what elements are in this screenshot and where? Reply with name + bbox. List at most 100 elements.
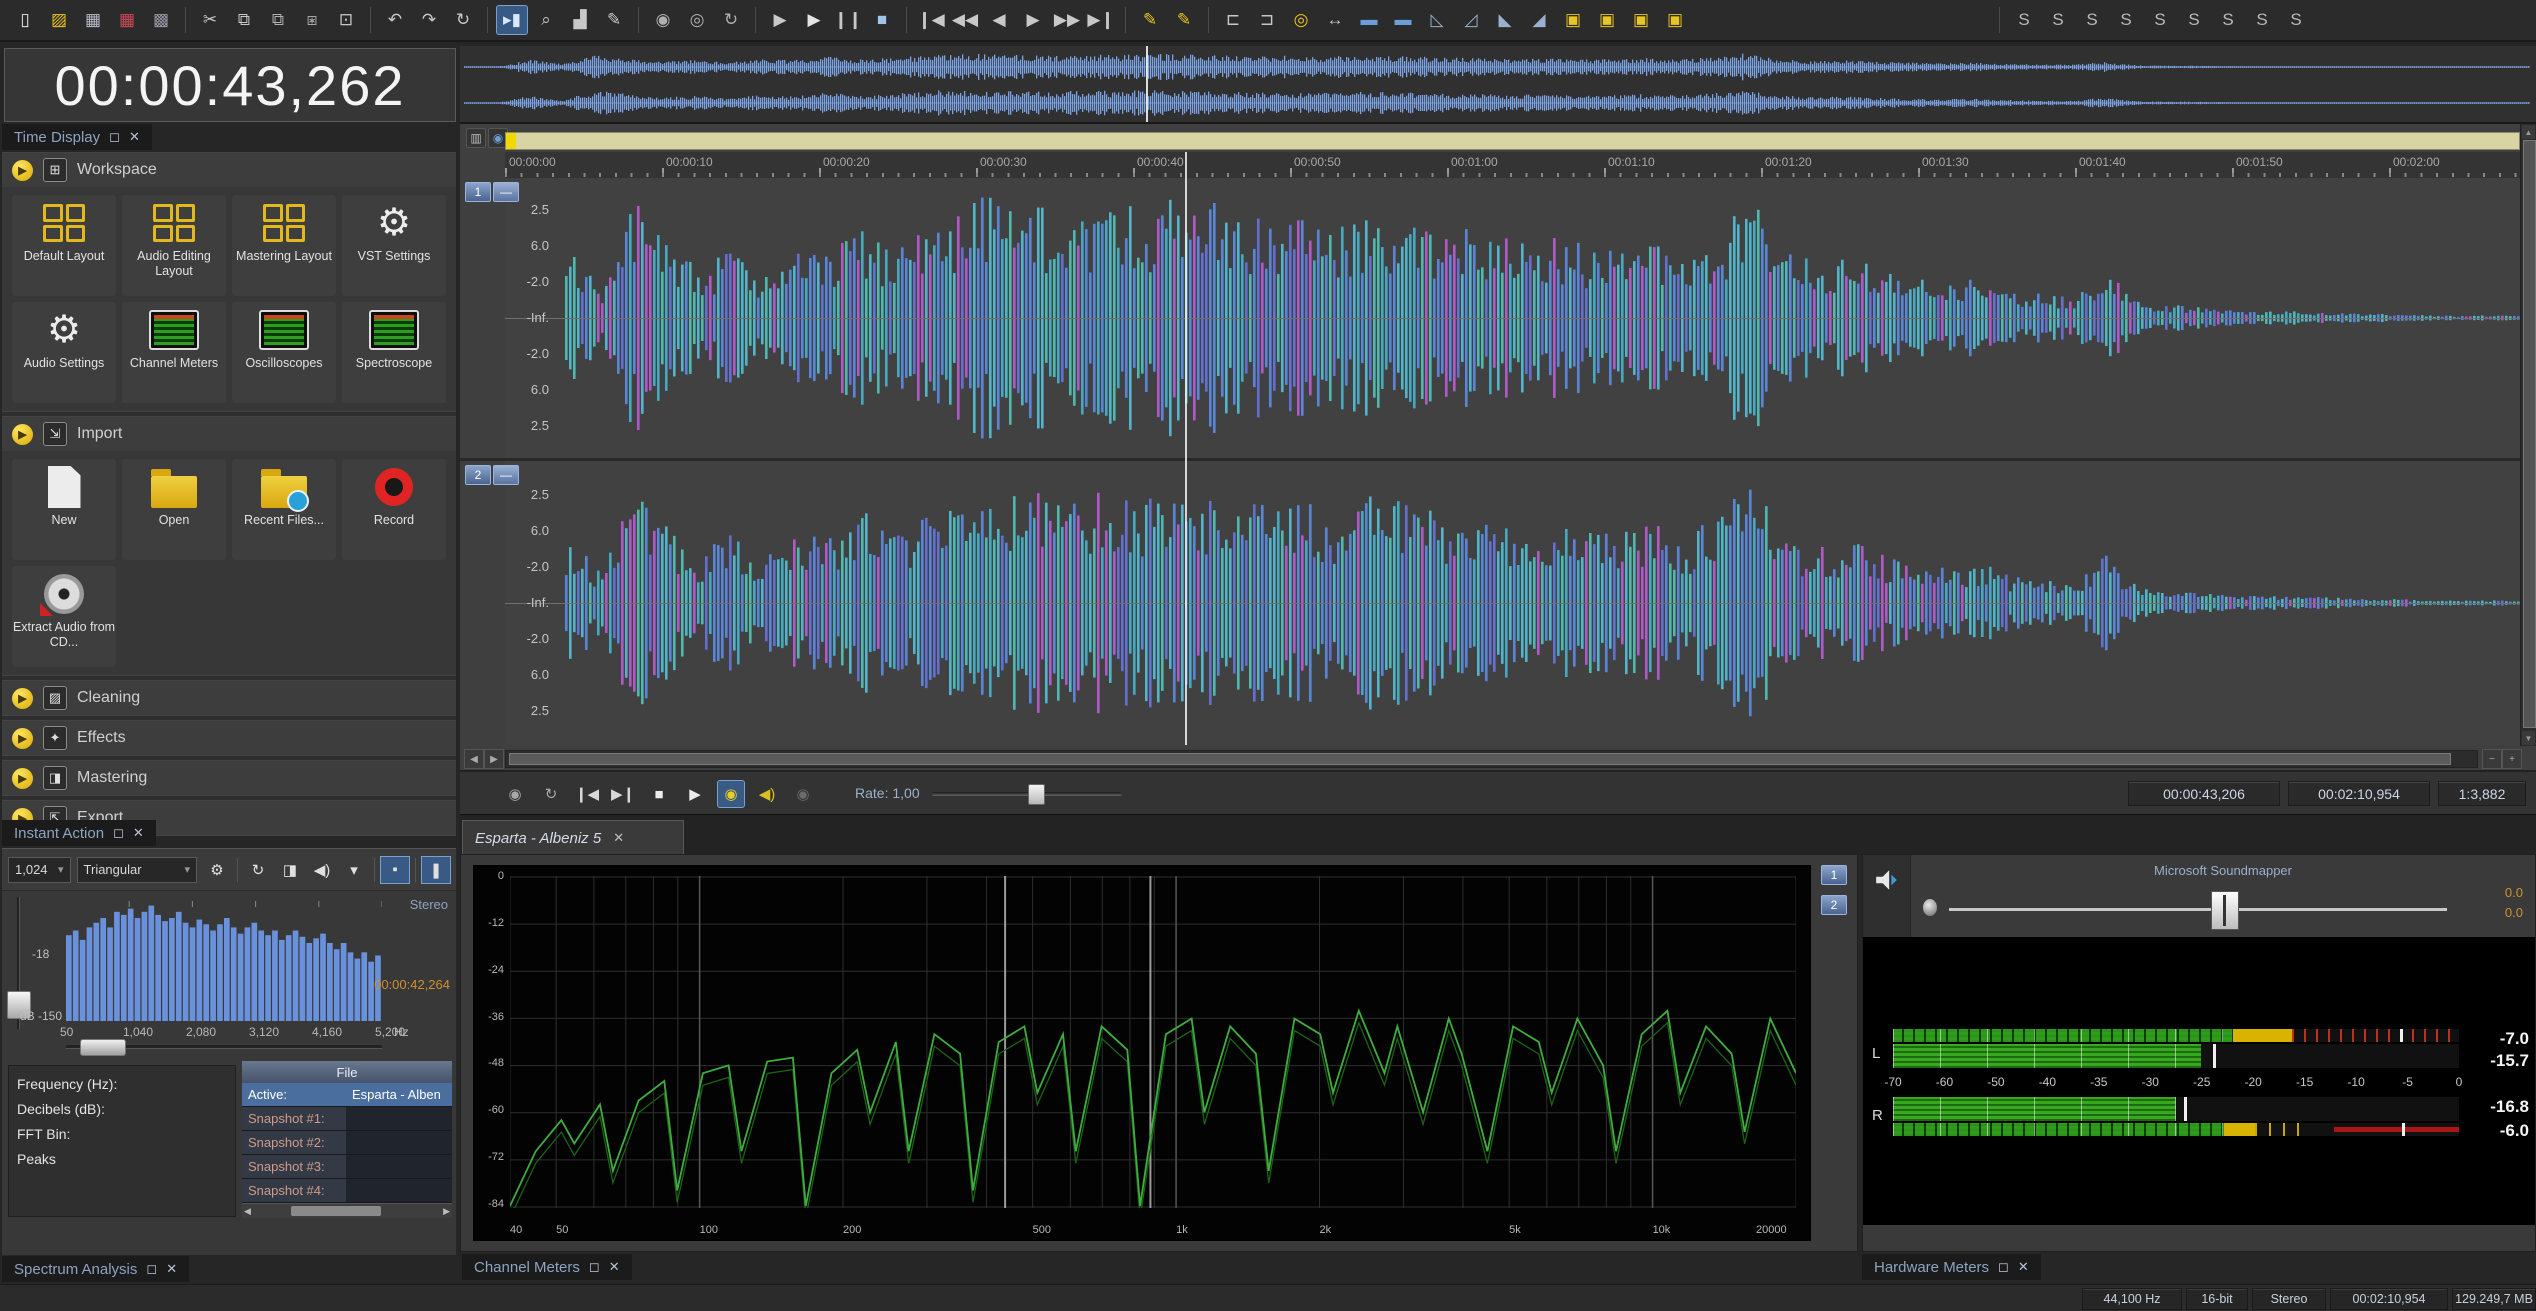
table-scrollbar[interactable]: ◀ ▶ — [242, 1203, 452, 1218]
scrollbar-thumb[interactable] — [509, 753, 2451, 765]
record-icon[interactable]: ◉ — [502, 781, 528, 807]
tile-spectroscope[interactable]: Spectroscope — [342, 302, 446, 403]
channel-badge-2[interactable]: 2 — [465, 465, 491, 485]
go-to-end-icon[interactable]: ▶❙ — [1086, 6, 1116, 34]
channel-minimize-button[interactable]: — — [493, 465, 519, 485]
script-4-icon[interactable]: S — [2111, 6, 2141, 34]
gain-slider[interactable] — [1949, 908, 2447, 911]
float-icon[interactable]: ◻ — [109, 129, 120, 145]
go-to-start-icon[interactable]: ❙◀ — [574, 781, 600, 807]
collapse-arrow-icon[interactable]: ▶ — [12, 159, 33, 181]
tile-vst-settings[interactable]: ⚙ VST Settings — [342, 195, 446, 296]
close-icon[interactable]: ✕ — [2018, 1259, 2029, 1275]
selection-end-box[interactable]: 00:02:10,954 — [2288, 781, 2430, 806]
sync-status-icon[interactable]: ▥ — [466, 128, 486, 148]
rate-slider[interactable] — [932, 784, 1122, 805]
tile-audio-settings[interactable]: ⚙ Audio Settings — [12, 302, 116, 403]
play-icon[interactable]: ▶ — [799, 6, 829, 34]
loop-start-marker[interactable] — [506, 133, 516, 149]
magnify-tool-icon[interactable]: ⌕ — [531, 6, 561, 34]
insert-region-icon[interactable]: ✎ — [1169, 6, 1199, 34]
rewind-icon[interactable]: ◀◀ — [950, 6, 980, 34]
edit-tool-icon[interactable]: ▸▮ — [496, 5, 528, 35]
scroll-left-icon[interactable]: ◀ — [244, 1206, 251, 1217]
cut-icon[interactable]: ✂ — [195, 6, 225, 34]
scroll-right-icon[interactable]: ▶ — [484, 749, 504, 769]
refresh-icon[interactable]: ↻ — [244, 857, 272, 883]
insert-marker-icon[interactable]: ✎ — [1135, 6, 1165, 34]
tile-record[interactable]: Record — [342, 459, 446, 560]
clipboard-lock-icon[interactable]: ▣ — [1558, 6, 1588, 34]
tile-audio-editing-layout[interactable]: Audio Editing Layout — [122, 195, 226, 296]
spectrum-analysis-panel-tab[interactable]: Spectrum Analysis ◻ ✕ — [2, 1256, 190, 1282]
pane-icon[interactable]: ❚ — [421, 855, 451, 884]
redo-icon[interactable]: ↷ — [414, 6, 444, 34]
scroll-up-icon[interactable]: ▲ — [2522, 125, 2535, 139]
fade-out-icon[interactable]: ◿ — [1456, 6, 1486, 34]
script-8-icon[interactable]: S — [2247, 6, 2277, 34]
script-6-icon[interactable]: S — [2179, 6, 2209, 34]
monitor-speaker-icon[interactable]: ◀) — [308, 857, 336, 883]
float-icon[interactable]: ◻ — [589, 1259, 600, 1275]
zoom-in-button[interactable]: + — [2502, 749, 2522, 769]
save-all-icon[interactable]: ▩ — [146, 6, 176, 34]
time-ruler[interactable]: 00:00:00 00:00:10 00:00:20 00:00:30 00:00:40… — [505, 152, 2536, 179]
auto-ripple-icon[interactable]: ▣ — [1626, 6, 1656, 34]
tile-mastering-layout[interactable]: Mastering Layout — [232, 195, 336, 296]
trim-crop-icon[interactable]: ⊡ — [331, 6, 361, 34]
close-icon[interactable]: ✕ — [613, 830, 624, 846]
gain-knob-icon[interactable] — [1923, 899, 1937, 916]
script-1-icon[interactable]: S — [2009, 6, 2039, 34]
snap-icon[interactable]: ◎ — [1286, 6, 1316, 34]
section-header-import[interactable]: ▶ ⇲ Import — [2, 417, 456, 451]
loop-playback-icon[interactable]: ↻ — [538, 781, 564, 807]
hardware-meters-tab[interactable]: Hardware Meters ◻ ✕ — [1862, 1254, 2041, 1280]
zoom-ratio-box[interactable]: 1:3,882 — [2438, 781, 2526, 806]
step-forward-icon[interactable]: ▶ — [1018, 6, 1048, 34]
float-icon[interactable]: ◻ — [113, 825, 124, 841]
close-icon[interactable]: ✕ — [129, 129, 140, 145]
rate-slider-handle[interactable] — [1028, 784, 1045, 805]
zoom-out-button[interactable]: − — [2482, 749, 2502, 769]
select-start-icon[interactable]: ⊏ — [1218, 6, 1248, 34]
script-9-icon[interactable]: S — [2281, 6, 2311, 34]
play-all-icon[interactable]: ▶ — [765, 6, 795, 34]
collapse-arrow-icon[interactable]: ▶ — [12, 423, 33, 445]
channel-meters-tab[interactable]: Channel Meters ◻ ✕ — [462, 1254, 632, 1280]
collapse-arrow-icon[interactable]: ▶ — [12, 767, 33, 789]
save-icon[interactable]: ▦ — [78, 6, 108, 34]
tile-oscilloscopes[interactable]: Oscilloscopes — [232, 302, 336, 403]
script-7-icon[interactable]: S — [2213, 6, 2243, 34]
document-tab[interactable]: Esparta - Albeniz 5 ✕ — [462, 820, 684, 855]
waveform-channel-1[interactable] — [505, 178, 2520, 458]
event-tool-icon[interactable]: ▟ — [565, 6, 595, 34]
close-icon[interactable]: ✕ — [133, 825, 144, 841]
tile-default-layout[interactable]: Default Layout — [12, 195, 116, 296]
lock-icon[interactable]: ▪ — [380, 855, 410, 884]
selection-range-icon[interactable]: ▬ — [1388, 6, 1418, 34]
script-5-icon[interactable]: S — [2145, 6, 2175, 34]
scroll-left-icon[interactable]: ◀ — [464, 749, 484, 769]
go-to-end-icon[interactable]: ▶❙ — [610, 781, 636, 807]
section-header-mastering[interactable]: ▶ ◨ Mastering — [2, 761, 456, 795]
settings-icon[interactable]: ⚙ — [203, 857, 231, 883]
window-type-select[interactable]: Triangular ▾ — [76, 856, 197, 883]
dropdown-caret-icon[interactable]: ▾ — [340, 857, 368, 883]
play-icon[interactable]: ▶ — [682, 781, 708, 807]
refresh-icon[interactable]: ↻ — [716, 6, 746, 34]
playback-cursor[interactable] — [1185, 152, 1187, 745]
undo-icon[interactable]: ↶ — [380, 6, 410, 34]
fft-size-select[interactable]: 1,024 ▾ — [8, 856, 71, 883]
stop-icon[interactable]: ■ — [867, 6, 897, 34]
loop-lock-icon[interactable]: ▣ — [1660, 6, 1690, 34]
gain-slider-handle[interactable] — [2211, 891, 2239, 930]
tile-open[interactable]: Open — [122, 459, 226, 560]
scrollbar-thumb[interactable] — [2523, 140, 2536, 728]
pencil-tool-icon[interactable]: ✎ — [599, 6, 629, 34]
table-row[interactable]: Snapshot #1: — [242, 1107, 452, 1131]
scrub-icon[interactable]: ◉ — [717, 780, 745, 808]
output-device-strip[interactable] — [1863, 855, 1911, 937]
fade-in-icon[interactable]: ◺ — [1422, 6, 1452, 34]
table-row[interactable]: Snapshot #3: — [242, 1155, 452, 1179]
copy-icon[interactable]: ⧉ — [229, 6, 259, 34]
